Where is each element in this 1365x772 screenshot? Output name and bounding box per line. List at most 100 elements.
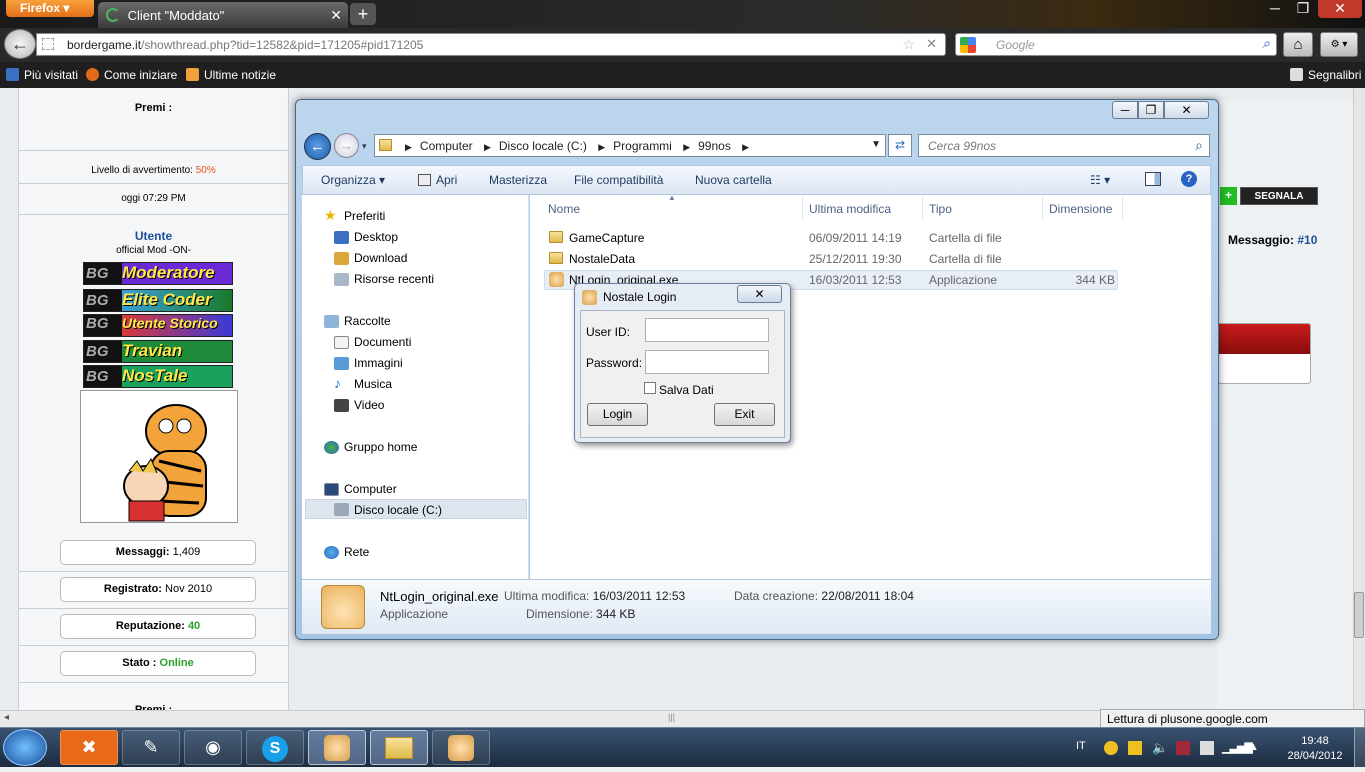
breadcrumb-arrow-icon[interactable]: ▶ <box>484 142 491 152</box>
taskbar-explorer-icon[interactable] <box>370 730 428 765</box>
star-icon[interactable]: ☆ <box>902 36 915 53</box>
nav-download[interactable]: Download <box>354 251 407 265</box>
back-button[interactable]: ← <box>4 29 36 59</box>
taskbar-firefox-icon[interactable]: ◉ <box>184 730 242 765</box>
taskbar-clock[interactable]: 19:48 28/04/2012 <box>1280 734 1350 764</box>
nav-network[interactable]: Rete <box>344 545 369 559</box>
breadcrumb-drive[interactable]: Disco locale (C:) <box>499 139 587 153</box>
login-button[interactable]: Login <box>587 403 648 426</box>
taskbar-notepad-icon[interactable]: ✎ <box>122 730 180 765</box>
file-name[interactable]: GameCapture <box>569 231 644 245</box>
minimize-icon[interactable]: ─ <box>1262 0 1288 18</box>
refresh-icon[interactable]: ⇄ <box>888 134 912 157</box>
explorer-minimize-icon[interactable]: ─ <box>1112 101 1138 119</box>
column-separator[interactable] <box>802 197 803 219</box>
address-bar[interactable]: ▶ Computer ▶ Disco locale (C:) ▶ Programmi … <box>374 134 886 157</box>
search-input[interactable]: Google ⌕ <box>955 33 1277 56</box>
column-modified[interactable]: Ultima modifica <box>809 202 891 216</box>
bookmark-latest-news[interactable]: Ultime notizie <box>186 68 276 82</box>
nav-pictures[interactable]: Immagini <box>354 356 403 370</box>
tray-expand-icon[interactable]: ▲ <box>1248 741 1259 753</box>
column-separator[interactable] <box>922 197 923 219</box>
scroll-grip-icon[interactable]: ||| <box>668 712 675 722</box>
explorer-forward-button[interactable]: → <box>334 133 359 158</box>
nav-local-disk[interactable]: Disco locale (C:) <box>354 503 442 517</box>
scroll-left-icon[interactable]: ◂ <box>4 712 9 723</box>
compatibility-command[interactable]: File compatibilità <box>574 173 663 187</box>
browser-tab[interactable]: Client "Moddato" ✕ <box>98 2 348 28</box>
tray-volume-icon[interactable]: 🔈 <box>1152 740 1168 756</box>
bookmark-getting-started[interactable]: Come iniziare <box>86 68 177 82</box>
start-button[interactable] <box>3 729 47 766</box>
bookmarks-menu[interactable]: Segnalibri <box>1290 68 1361 82</box>
message-link[interactable]: #10 <box>1297 233 1317 247</box>
login-close-icon[interactable]: ✕ <box>737 285 782 303</box>
maximize-icon[interactable]: ❐ <box>1290 0 1316 18</box>
nav-homegroup[interactable]: Gruppo home <box>344 440 417 454</box>
google-icon[interactable] <box>960 37 976 53</box>
nav-favorites[interactable]: Preferiti <box>344 209 385 223</box>
stop-icon[interactable]: ✕ <box>926 36 937 52</box>
tools-button[interactable]: ⚙ ▾ <box>1320 32 1358 57</box>
home-button[interactable]: ⌂ <box>1283 32 1313 57</box>
report-button[interactable]: SEGNALA <box>1240 187 1318 205</box>
new-folder-command[interactable]: Nuova cartella <box>695 173 772 187</box>
show-desktop-button[interactable] <box>1354 728 1365 767</box>
taskbar-skype-icon[interactable]: S <box>246 730 304 765</box>
column-size[interactable]: Dimensione <box>1049 202 1112 216</box>
taskbar-nostale-login-icon[interactable] <box>432 730 490 765</box>
firefox-menu-button[interactable]: Firefox ▾ <box>6 0 94 17</box>
explorer-maximize-icon[interactable]: ❐ <box>1138 101 1164 119</box>
breadcrumb-arrow-icon[interactable]: ▶ <box>405 142 412 152</box>
nav-documents[interactable]: Documenti <box>354 335 411 349</box>
language-indicator[interactable]: IT <box>1076 740 1086 752</box>
bookmark-most-visited[interactable]: Più visitati <box>6 68 78 82</box>
nav-desktop[interactable]: Desktop <box>354 230 398 244</box>
help-icon[interactable]: ? <box>1181 171 1197 187</box>
address-dropdown-icon[interactable]: ▼ <box>871 139 881 150</box>
open-command[interactable]: Apri <box>418 173 457 187</box>
burn-command[interactable]: Masterizza <box>489 173 547 187</box>
tray-security-icon[interactable] <box>1176 741 1190 755</box>
organize-menu[interactable]: Organizza ▾ <box>321 173 385 187</box>
taskbar-xampp-icon[interactable]: ✖ <box>60 730 118 765</box>
breadcrumb-99nos[interactable]: 99nos <box>698 139 731 153</box>
breadcrumb-arrow-icon[interactable]: ▶ <box>742 142 749 152</box>
explorer-back-button[interactable]: ← <box>304 133 331 160</box>
view-options-icon[interactable]: ☷ ▾ <box>1090 173 1110 187</box>
tray-messenger-icon[interactable] <box>1104 741 1118 755</box>
exit-button[interactable]: Exit <box>714 403 775 426</box>
preview-pane-icon[interactable] <box>1145 172 1161 186</box>
column-separator[interactable] <box>1042 197 1043 219</box>
url-bar[interactable]: bordergame.it/showthread.php?tid=12582&p… <box>36 33 946 56</box>
new-tab-button[interactable]: + <box>350 3 376 25</box>
breadcrumb-computer[interactable]: Computer <box>420 139 473 153</box>
tray-flag-icon[interactable] <box>1200 741 1214 755</box>
scrollbar-thumb[interactable] <box>1354 592 1364 638</box>
user-id-input[interactable] <box>645 318 769 342</box>
save-data-checkbox[interactable] <box>644 382 656 394</box>
recent-pages-icon[interactable]: ▾ <box>362 141 367 152</box>
column-type[interactable]: Tipo <box>929 202 952 216</box>
search-icon[interactable]: ⌕ <box>1262 35 1270 52</box>
nav-video[interactable]: Video <box>354 398 384 412</box>
search-icon[interactable]: ⌕ <box>1195 137 1203 154</box>
column-name[interactable]: Nome <box>548 202 580 216</box>
window-close-icon[interactable]: ✕ <box>1318 0 1362 18</box>
nav-recent[interactable]: Risorse recenti <box>354 272 434 286</box>
password-input[interactable] <box>645 350 769 374</box>
explorer-search-input[interactable]: Cerca 99nos ⌕ <box>918 134 1210 157</box>
file-name[interactable]: NostaleData <box>569 252 635 266</box>
taskbar-nostale-icon[interactable] <box>308 730 366 765</box>
nav-computer[interactable]: Computer <box>344 482 397 496</box>
nav-music[interactable]: Musica <box>354 377 392 391</box>
username-link[interactable]: Utente <box>18 229 289 243</box>
column-separator[interactable] <box>1122 197 1123 219</box>
quote-plus-button[interactable]: + <box>1220 187 1237 205</box>
breadcrumb-arrow-icon[interactable]: ▶ <box>683 142 690 152</box>
explorer-close-icon[interactable]: ✕ <box>1164 101 1209 119</box>
nav-libraries[interactable]: Raccolte <box>344 314 391 328</box>
tray-app-icon[interactable] <box>1128 741 1142 755</box>
breadcrumb-arrow-icon[interactable]: ▶ <box>598 142 605 152</box>
breadcrumb-programs[interactable]: Programmi <box>613 139 672 153</box>
